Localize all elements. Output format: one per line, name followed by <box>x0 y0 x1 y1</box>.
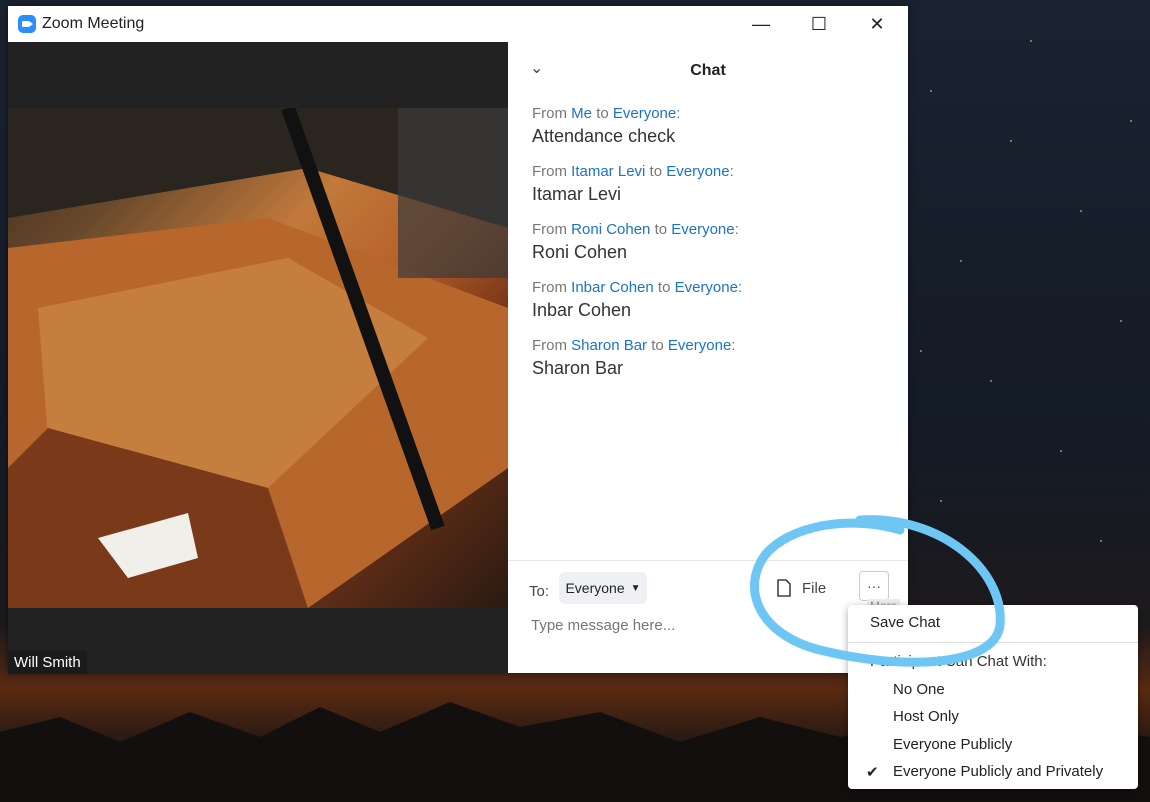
message-recipient[interactable]: Everyone <box>613 105 676 122</box>
more-options-menu: Save Chat Participant Can Chat With: No … <box>848 605 1138 789</box>
close-button[interactable]: ✕ <box>848 6 906 42</box>
title-bar: Zoom Meeting — ☐ ✕ <box>8 6 908 42</box>
menu-item-save-chat[interactable]: Save Chat <box>870 614 1150 631</box>
chat-message: From Me to Everyone: Attendance check <box>532 104 892 148</box>
checkmark-icon: ✔ <box>866 764 879 781</box>
menu-item-host-only[interactable]: Host Only <box>893 708 1150 725</box>
message-sender[interactable]: Inbar Cohen <box>571 279 654 296</box>
chat-message: From Roni Cohen to Everyone: Roni Cohen <box>532 220 892 264</box>
chevron-down-icon: ▼ <box>630 582 641 594</box>
message-from: From <box>532 221 567 238</box>
message-colon: : <box>737 279 743 296</box>
maximize-button[interactable]: ☐ <box>790 6 848 42</box>
message-colon: : <box>729 163 734 180</box>
message-sender[interactable]: Roni Cohen <box>571 221 650 238</box>
menu-item-no-one[interactable]: No One <box>893 681 1150 698</box>
file-button[interactable]: File <box>776 572 826 604</box>
window-title: Zoom Meeting <box>42 15 145 32</box>
message-sender[interactable]: Sharon Bar <box>571 337 647 354</box>
zoom-icon <box>18 15 36 33</box>
menu-divider <box>848 642 1138 643</box>
message-colon: : <box>734 221 739 238</box>
message-input[interactable] <box>529 616 873 635</box>
message-text: Sharon Bar <box>532 358 624 378</box>
chat-title: Chat <box>690 62 726 79</box>
message-from: From <box>532 105 567 122</box>
message-text: Roni Cohen <box>532 242 628 262</box>
message-from: From <box>532 163 567 180</box>
composer-divider <box>508 560 908 561</box>
to-label: To: <box>529 583 550 600</box>
participant-name-label: Will Smith <box>8 651 87 674</box>
message-from: From <box>532 337 567 354</box>
chat-message: From Itamar Levi to Everyone: Itamar Lev… <box>532 162 892 206</box>
file-icon <box>777 579 791 597</box>
message-recipient[interactable]: Everyone <box>666 163 729 180</box>
message-recipient[interactable]: Everyone <box>675 279 738 296</box>
video-panel: Will Smith <box>8 42 508 674</box>
chat-panel: ⌄ Chat From Me to Everyone: Attendance c… <box>508 42 908 673</box>
message-sender[interactable]: Itamar Levi <box>571 163 645 180</box>
message-from: From <box>532 279 567 296</box>
message-colon: : <box>676 105 681 122</box>
message-to: to <box>651 337 664 354</box>
piano-image <box>8 108 508 608</box>
more-button[interactable]: ··· <box>859 571 889 601</box>
zoom-meeting-window: Zoom Meeting — ☐ ✕ Will Smith ⌄ Chat Fro <box>8 6 908 674</box>
message-text: Itamar Levi <box>532 184 622 204</box>
message-text: Inbar Cohen <box>532 300 632 320</box>
message-recipient[interactable]: Everyone <box>671 221 734 238</box>
participant-video <box>8 108 508 608</box>
menu-section-label: Participant Can Chat With: <box>870 653 1047 670</box>
message-to: to <box>649 163 663 180</box>
recipient-select-value: Everyone <box>565 580 625 596</box>
minimize-button[interactable]: — <box>732 6 790 42</box>
message-to: to <box>596 105 609 122</box>
message-to: to <box>657 279 671 296</box>
chat-header: ⌄ Chat <box>508 42 908 98</box>
menu-item-everyone-publicly-and-privately[interactable]: Everyone Publicly and Privately <box>893 763 1150 780</box>
message-recipient[interactable]: Everyone <box>668 337 731 354</box>
message-list: From Me to Everyone: Attendance check Fr… <box>532 104 892 394</box>
menu-item-everyone-publicly[interactable]: Everyone Publicly <box>893 736 1150 753</box>
chat-message: From Inbar Cohen to Everyone: Inbar Cohe… <box>532 278 892 322</box>
chat-message: From Sharon Bar to Everyone: Sharon Bar <box>532 336 892 380</box>
recipient-select[interactable]: Everyone ▼ <box>559 572 647 604</box>
message-colon: : <box>731 337 736 354</box>
message-to: to <box>654 221 668 238</box>
file-button-label: File <box>802 579 827 597</box>
message-text: Attendance check <box>532 126 676 146</box>
message-sender[interactable]: Me <box>571 105 592 122</box>
